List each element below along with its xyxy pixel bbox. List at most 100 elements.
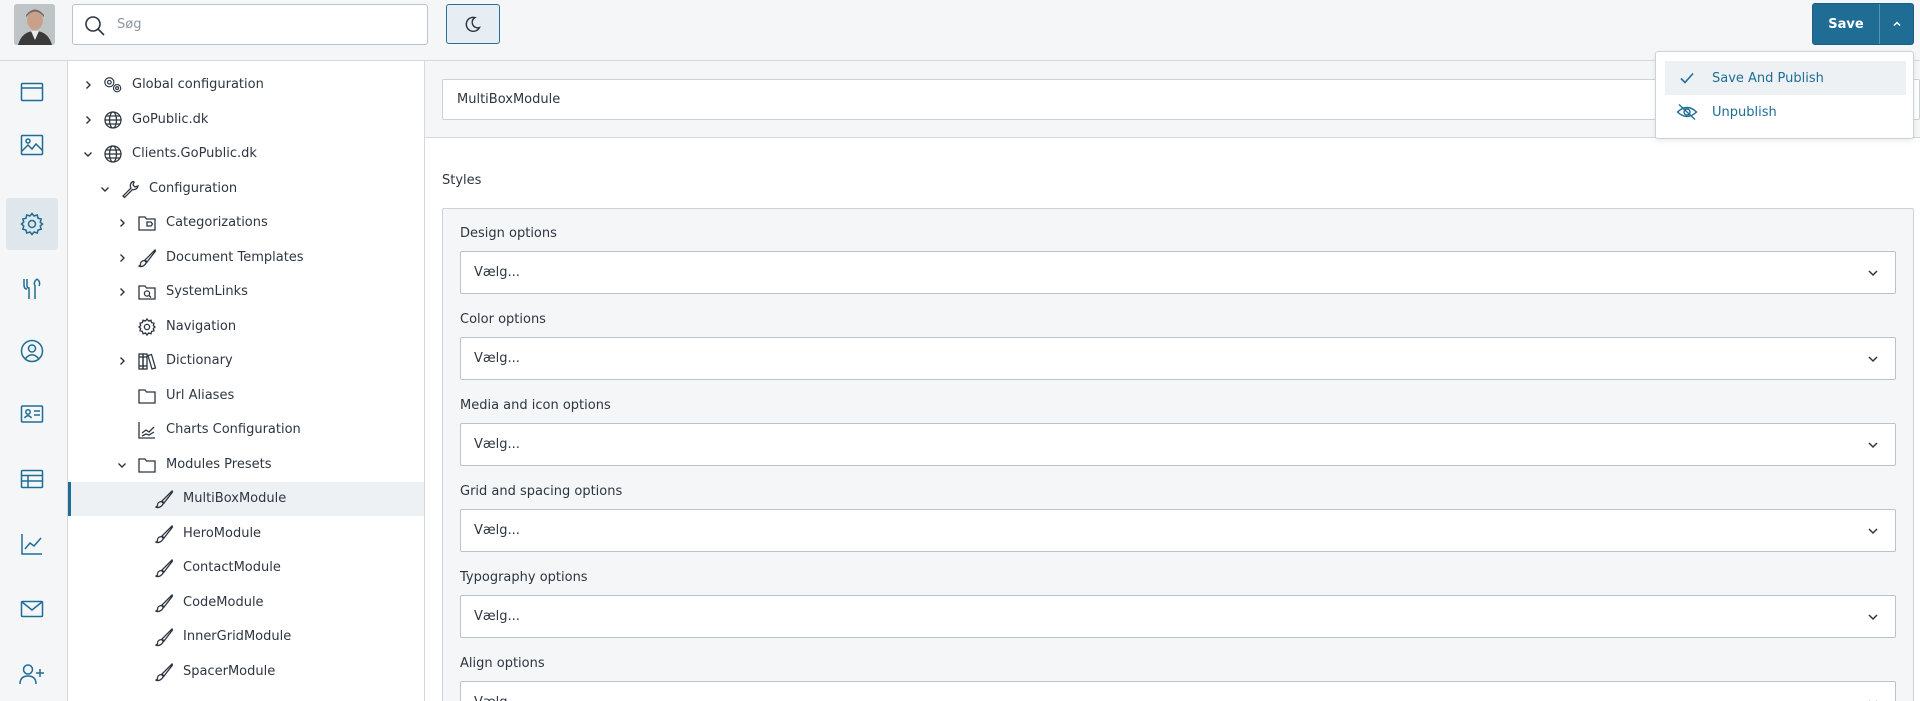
- tools-section-button[interactable]: [6, 263, 58, 315]
- tree-node[interactable]: Url Aliases: [68, 379, 424, 413]
- brush-icon: [137, 248, 157, 268]
- books-icon: [137, 351, 157, 371]
- tree-node-label: ContactModule: [183, 560, 281, 575]
- unpublish-label: Unpublish: [1712, 104, 1777, 120]
- tree-node[interactable]: Dictionary: [68, 344, 424, 378]
- option-select[interactable]: Vælg...: [460, 509, 1896, 552]
- dark-mode-toggle[interactable]: [446, 4, 500, 44]
- chevron-right-icon[interactable]: [114, 250, 130, 266]
- brush-icon: [154, 558, 174, 578]
- search-icon: [83, 14, 107, 38]
- chevron-right-icon[interactable]: [80, 77, 96, 93]
- search-input[interactable]: [117, 5, 417, 44]
- option-select[interactable]: Vælg...: [460, 251, 1896, 294]
- option-label: Grid and spacing options: [460, 484, 623, 499]
- option-label: Media and icon options: [460, 398, 611, 413]
- unpublish-item[interactable]: Unpublish: [1665, 95, 1906, 129]
- media-section-button[interactable]: [6, 119, 58, 171]
- folder-icon: [137, 455, 157, 475]
- users-section-button[interactable]: [6, 325, 58, 377]
- select-value: Vælg...: [474, 609, 520, 624]
- chevron-down-icon: [1865, 437, 1881, 453]
- members-section-button[interactable]: [6, 388, 58, 440]
- chevron-right-icon[interactable]: [114, 353, 130, 369]
- save-and-publish-label: Save And Publish: [1712, 70, 1824, 86]
- add-user-section-button[interactable]: [6, 648, 58, 700]
- chevron-down-icon: [1865, 523, 1881, 539]
- tree-node[interactable]: MultiBoxModule: [68, 482, 424, 516]
- tree-node-label: Navigation: [166, 318, 237, 334]
- option-select[interactable]: Vælg...: [460, 337, 1896, 380]
- tools-icon: [19, 276, 45, 302]
- media-icon: [19, 132, 45, 158]
- analytics-section-button[interactable]: [6, 518, 58, 570]
- save-button[interactable]: Save: [1813, 4, 1879, 44]
- tree-node[interactable]: Charts Configuration: [68, 413, 424, 447]
- tree-node-label: SpacerModule: [183, 663, 276, 679]
- chevron-down-icon: [1865, 695, 1881, 701]
- tree-node-label: Dictionary: [166, 353, 233, 368]
- folder-tag-icon: [137, 213, 157, 233]
- tree-node-label: Categorizations: [166, 215, 268, 230]
- tree-node-label: Clients.GoPublic.dk: [132, 146, 257, 161]
- tree-node-label: Global configuration: [132, 77, 264, 92]
- select-value: Vælg...: [474, 265, 520, 280]
- tree-node[interactable]: GoPublic.dk: [68, 103, 424, 137]
- option-select[interactable]: Vælg...: [460, 595, 1896, 638]
- chevron-down-icon[interactable]: [80, 146, 96, 162]
- tables-section-button[interactable]: [6, 453, 58, 505]
- tree-node[interactable]: Clients.GoPublic.dk: [68, 137, 424, 171]
- avatar[interactable]: [14, 4, 55, 45]
- folder-link-icon: [137, 282, 157, 302]
- brush-icon: [154, 489, 174, 509]
- tree-node[interactable]: Document Templates: [68, 241, 424, 275]
- folder-icon: [137, 386, 157, 406]
- add-user-icon: [18, 661, 46, 687]
- chevron-down-icon[interactable]: [97, 181, 113, 197]
- brush-icon: [154, 593, 174, 613]
- option-select[interactable]: Vælg...: [460, 681, 1896, 701]
- tree-node[interactable]: Navigation: [68, 310, 424, 344]
- tree-node-label: SystemLinks: [166, 284, 248, 299]
- tree-node[interactable]: HeroModule: [68, 517, 424, 551]
- tree-node[interactable]: Configuration: [68, 172, 424, 206]
- chevron-right-icon[interactable]: [114, 284, 130, 300]
- tree-node-label: Document Templates: [166, 249, 304, 265]
- tree-node[interactable]: Categorizations: [68, 206, 424, 240]
- chevron-down-icon: [1865, 609, 1881, 625]
- tree-node[interactable]: ContactModule: [68, 551, 424, 585]
- select-value: Vælg...: [474, 351, 520, 366]
- wrench-icon: [120, 179, 140, 199]
- section-rail: [0, 61, 68, 701]
- chevron-right-icon[interactable]: [80, 112, 96, 128]
- brush-icon: [154, 662, 174, 682]
- chevron-right-icon[interactable]: [114, 215, 130, 231]
- chart-icon: [137, 420, 157, 440]
- globe-icon: [103, 110, 123, 130]
- search-box[interactable]: [72, 4, 428, 45]
- settings-section-button[interactable]: [6, 198, 58, 250]
- chevron-up-icon: [1891, 18, 1903, 30]
- tree-node[interactable]: SpacerModule: [68, 655, 424, 689]
- mail-section-button[interactable]: [6, 583, 58, 635]
- table-icon: [19, 466, 45, 492]
- user-icon: [19, 338, 45, 364]
- tree-node[interactable]: Global configuration: [68, 68, 424, 102]
- option-label: Color options: [460, 312, 546, 327]
- content-section-button[interactable]: [6, 66, 58, 118]
- tree-node-label: Modules Presets: [166, 456, 272, 472]
- tree-node-label: GoPublic.dk: [132, 111, 209, 127]
- option-select[interactable]: Vælg...: [460, 423, 1896, 466]
- contact-card-icon: [19, 401, 45, 427]
- chevron-down-icon[interactable]: [114, 457, 130, 473]
- save-and-publish-item[interactable]: Save And Publish: [1665, 61, 1906, 95]
- save-options-toggle[interactable]: [1880, 4, 1914, 44]
- globe-icon: [103, 144, 123, 164]
- save-button-group: Save: [1812, 3, 1914, 45]
- tree-node[interactable]: CodeModule: [68, 586, 424, 620]
- tree-node[interactable]: SystemLinks: [68, 275, 424, 309]
- select-value: Vælg...: [474, 523, 520, 538]
- content-icon: [19, 79, 45, 105]
- tree-node[interactable]: InnerGridModule: [68, 620, 424, 654]
- tree-node[interactable]: Modules Presets: [68, 448, 424, 482]
